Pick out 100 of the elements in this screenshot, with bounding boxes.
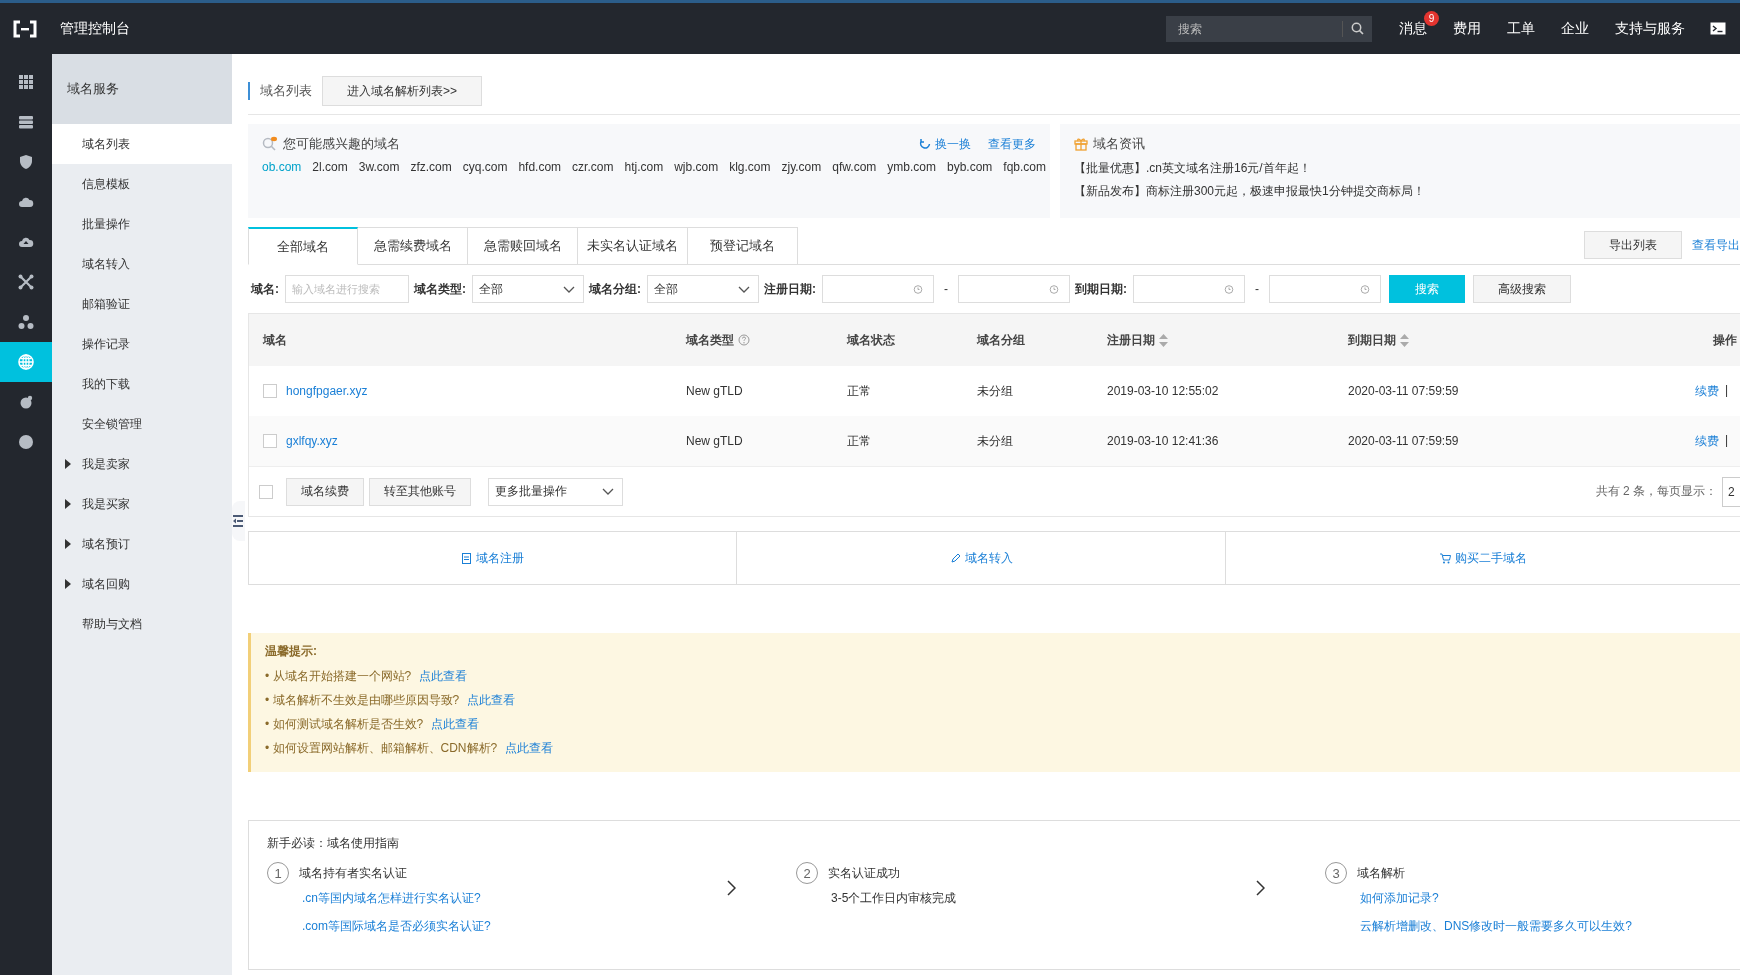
- rail-icon: [18, 274, 34, 290]
- sidebar-item[interactable]: 我是卖家: [52, 444, 232, 484]
- domain-link[interactable]: hongfpgaer.xyz: [286, 384, 368, 398]
- sidebar-item[interactable]: 安全锁管理: [52, 404, 232, 444]
- action-link[interactable]: 域名注册: [249, 532, 737, 584]
- column-header: 域名状态: [845, 331, 896, 349]
- nav-link[interactable]: 支持与服务: [1615, 19, 1685, 38]
- nav-link[interactable]: 工单: [1507, 19, 1535, 38]
- refresh-link[interactable]: 换一换: [919, 135, 971, 153]
- tip-text: • 域名解析不生效是由哪些原因导致?: [265, 691, 460, 709]
- more-link[interactable]: 查看更多: [988, 135, 1036, 153]
- caret-icon: [65, 539, 71, 549]
- tab[interactable]: 全部域名: [248, 227, 358, 265]
- domain-link[interactable]: 2l.com: [312, 160, 348, 174]
- collapse-icon: [233, 515, 243, 527]
- export-button[interactable]: 导出列表: [1584, 231, 1682, 259]
- table-cell-text: 未分组: [976, 432, 1014, 450]
- domain-link[interactable]: ymb.com: [887, 160, 936, 174]
- view-exports-link[interactable]: 查看导出: [1692, 236, 1740, 254]
- tab[interactable]: 急需赎回域名: [468, 227, 578, 265]
- sidebar-item[interactable]: 域名回购: [52, 564, 232, 604]
- tab[interactable]: 未实名认证域名: [578, 227, 688, 265]
- guide-title: 新手必读：域名使用指南: [267, 835, 400, 852]
- tab[interactable]: 预登记域名: [688, 227, 798, 265]
- search-field[interactable]: 搜索: [1166, 15, 1372, 42]
- view-link[interactable]: 点此查看: [505, 739, 554, 757]
- sidebar-item[interactable]: 操作记录: [52, 324, 232, 364]
- news-item[interactable]: 【批量优惠】.cn英文域名注册16元/首年起！: [1074, 160, 1726, 177]
- search-icon[interactable]: [1351, 22, 1364, 35]
- renew-link[interactable]: 续费: [1695, 432, 1719, 450]
- help-link[interactable]: 如何添加记录?: [1360, 890, 1632, 907]
- news-item[interactable]: 【新品发布】商标注册300元起，极速申报最快1分钟提交商标局！: [1074, 183, 1726, 200]
- field-label: 域名:: [251, 280, 279, 298]
- batch-select[interactable]: 更多批量操作: [488, 477, 623, 506]
- row-checkbox[interactable]: [263, 384, 277, 398]
- view-link[interactable]: 点此查看: [431, 715, 480, 733]
- document-icon: [461, 552, 472, 564]
- sidebar-item[interactable]: 域名预订: [52, 524, 232, 564]
- date-field[interactable]: [1133, 275, 1245, 303]
- separator: |: [1725, 382, 1729, 399]
- view-link[interactable]: 点此查看: [467, 691, 516, 709]
- column-header[interactable]: 到期日期: [1334, 331, 1681, 349]
- table-cell-text: New gTLD: [685, 434, 744, 448]
- page-size-select[interactable]: 2: [1722, 476, 1740, 507]
- help-link[interactable]: .com等国际域名是否必须实名认证?: [302, 918, 737, 935]
- tab[interactable]: 急需续费域名: [358, 227, 468, 265]
- domain-link[interactable]: zjy.com: [781, 160, 822, 174]
- view-link[interactable]: 点此查看: [419, 667, 468, 685]
- dns-list-button[interactable]: 进入域名解析列表>>: [322, 76, 482, 106]
- select-all-checkbox[interactable]: [259, 484, 273, 499]
- action-link[interactable]: 域名转入: [737, 532, 1226, 584]
- date-field[interactable]: [822, 275, 934, 303]
- renew-link[interactable]: 续费: [1695, 382, 1719, 400]
- column-header[interactable]: 注册日期: [1093, 331, 1334, 349]
- sidebar-item[interactable]: 批量操作: [52, 204, 232, 244]
- cart-icon: [1439, 552, 1451, 564]
- domain-link[interactable]: klg.com: [729, 160, 771, 174]
- logo-icon[interactable]: [12, 19, 38, 38]
- table-cell-text: 正常: [846, 432, 872, 450]
- separator: |: [1725, 432, 1729, 449]
- domain-link[interactable]: qfw.com: [832, 160, 877, 174]
- sidebar-item[interactable]: 帮助与文档: [52, 604, 232, 644]
- domain-link[interactable]: zfz.com: [410, 160, 452, 174]
- transfer-button[interactable]: 转至其他账号: [369, 477, 471, 506]
- nav-link[interactable]: 费用: [1453, 19, 1481, 38]
- domain-link[interactable]: hfd.com: [518, 160, 562, 174]
- domain-link[interactable]: htj.com: [624, 160, 664, 174]
- domain-link[interactable]: fqb.com: [1003, 160, 1047, 174]
- terminal-icon[interactable]: [1710, 22, 1726, 35]
- date-field[interactable]: [1269, 275, 1381, 303]
- row-checkbox[interactable]: [263, 434, 277, 448]
- help-link[interactable]: .cn等国内域名怎样进行实名认证?: [302, 890, 737, 907]
- count-badge: 9: [1424, 10, 1439, 26]
- renew-button[interactable]: 域名续费: [286, 477, 364, 506]
- type-select[interactable]: 全部: [472, 275, 584, 303]
- date-field[interactable]: [958, 275, 1070, 303]
- sidebar-item[interactable]: 域名转入: [52, 244, 232, 284]
- sidebar-item[interactable]: 信息模板: [52, 164, 232, 204]
- sidebar-item[interactable]: 域名列表: [52, 124, 232, 164]
- domain-link[interactable]: 3w.com: [358, 160, 400, 174]
- chevron-right-icon: [1256, 880, 1265, 896]
- domain-link[interactable]: cyq.com: [462, 160, 508, 174]
- group-select[interactable]: 全部: [647, 275, 759, 303]
- rail-icon: [18, 74, 34, 90]
- domain-link[interactable]: wjb.com: [674, 160, 719, 174]
- collapse-handle[interactable]: [232, 501, 245, 541]
- table-cell-text: 2019-03-10 12:55:02: [1106, 384, 1220, 398]
- gift-icon: [1074, 137, 1088, 151]
- nav-link[interactable]: 企业: [1561, 19, 1589, 38]
- advanced-search-button[interactable]: 高级搜索: [1473, 275, 1571, 303]
- action-link[interactable]: 购买二手域名: [1226, 532, 1740, 584]
- step-note: 3-5个工作日内审核完成: [831, 890, 958, 907]
- sidebar-item[interactable]: 邮箱验证: [52, 284, 232, 324]
- domain-search-field[interactable]: 输入域名进行搜索: [285, 275, 409, 303]
- sidebar-item[interactable]: 我的下载: [52, 364, 232, 404]
- domain-link[interactable]: gxlfqy.xyz: [286, 434, 338, 448]
- domain-link[interactable]: byb.com: [947, 160, 993, 174]
- sidebar-item[interactable]: 我是买家: [52, 484, 232, 524]
- help-link[interactable]: 云解析增删改、DNS修改时一般需要多久可以生效?: [1360, 918, 1632, 935]
- domain-link[interactable]: czr.com: [572, 160, 614, 174]
